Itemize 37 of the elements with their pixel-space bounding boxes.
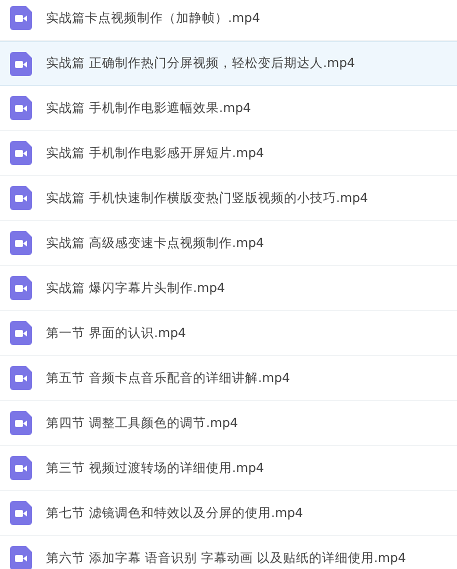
- video-file-icon: [10, 411, 32, 435]
- video-file-icon: [10, 52, 32, 76]
- file-row[interactable]: 实战篇 手机快速制作横版变热门竖版视频的小技巧.mp4: [0, 176, 457, 221]
- file-name: 实战篇 手机制作电影遮幅效果.mp4: [46, 100, 252, 116]
- file-row[interactable]: 第三节 视频过渡转场的详细使用.mp4: [0, 446, 457, 491]
- video-file-icon: [10, 321, 32, 345]
- file-name: 第三节 视频过渡转场的详细使用.mp4: [46, 460, 264, 476]
- file-row[interactable]: 实战篇 爆闪字幕片头制作.mp4: [0, 266, 457, 311]
- file-row[interactable]: 实战篇 正确制作热门分屏视频，轻松变后期达人.mp4: [0, 41, 457, 86]
- file-row[interactable]: 实战篇 手机制作电影遮幅效果.mp4: [0, 86, 457, 131]
- file-row[interactable]: 第五节 音频卡点音乐配音的详细讲解.mp4: [0, 356, 457, 401]
- file-name: 第五节 音频卡点音乐配音的详细讲解.mp4: [46, 370, 290, 386]
- video-file-icon: [10, 141, 32, 165]
- file-row[interactable]: 第七节 滤镜调色和特效以及分屏的使用.mp4: [0, 491, 457, 536]
- video-file-icon: [10, 231, 32, 255]
- video-file-icon: [10, 366, 32, 390]
- video-file-icon: [10, 276, 32, 300]
- video-file-icon: [10, 6, 32, 30]
- file-row[interactable]: 第四节 调整工具颜色的调节.mp4: [0, 401, 457, 446]
- file-name: 实战篇 手机快速制作横版变热门竖版视频的小技巧.mp4: [46, 190, 368, 206]
- file-row[interactable]: 实战篇 高级感变速卡点视频制作.mp4: [0, 221, 457, 266]
- file-name: 第六节 添加字幕 语音识别 字幕动画 以及贴纸的详细使用.mp4: [46, 550, 406, 566]
- video-file-icon: [10, 456, 32, 480]
- file-name: 第四节 调整工具颜色的调节.mp4: [46, 414, 238, 432]
- video-file-icon: [10, 186, 32, 210]
- video-file-icon: [10, 96, 32, 120]
- file-name: 实战篇 正确制作热门分屏视频，轻松变后期达人.mp4: [46, 55, 356, 72]
- file-name: 第七节 滤镜调色和特效以及分屏的使用.mp4: [46, 504, 304, 522]
- file-row[interactable]: 第一节 界面的认识.mp4: [0, 311, 457, 356]
- file-name: 第一节 界面的认识.mp4: [46, 324, 186, 342]
- file-row[interactable]: 第六节 添加字幕 语音识别 字幕动画 以及贴纸的详细使用.mp4: [0, 536, 457, 569]
- file-row[interactable]: 实战篇 手机制作电影感开屏短片.mp4: [0, 131, 457, 176]
- file-name: 实战篇 高级感变速卡点视频制作.mp4: [46, 234, 264, 252]
- file-name: 实战篇卡点视频制作（加静帧）.mp4: [46, 10, 260, 26]
- file-name: 实战篇 爆闪字幕片头制作.mp4: [46, 280, 226, 296]
- file-name: 实战篇 手机制作电影感开屏短片.mp4: [46, 144, 264, 162]
- video-file-icon: [10, 501, 32, 525]
